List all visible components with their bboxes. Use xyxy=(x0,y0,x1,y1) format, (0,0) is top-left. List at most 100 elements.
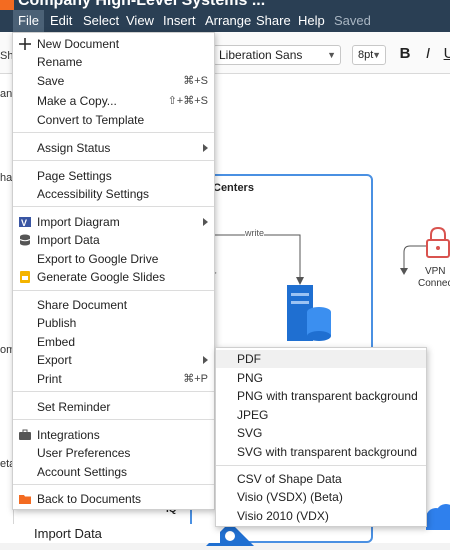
export-jpeg[interactable]: JPEG xyxy=(216,406,426,424)
export-csv[interactable]: CSV of Shape Data xyxy=(216,470,426,488)
submenu-arrow-icon xyxy=(203,356,208,364)
menu-item-import-data[interactable]: Import Data xyxy=(13,231,214,249)
export-png[interactable]: PNG xyxy=(216,369,426,387)
font-size-value: 8pt xyxy=(358,49,374,61)
save-status: Saved xyxy=(334,13,371,28)
menu-item-new-document[interactable]: New Document xyxy=(13,35,214,53)
export-png-transparent[interactable]: PNG with transparent background xyxy=(216,387,426,405)
menu-item-label: PNG xyxy=(237,371,264,385)
menu-item-label: Visio 2010 (VDX) xyxy=(237,509,329,523)
menu-file[interactable]: File xyxy=(13,10,44,32)
menu-item-export-google-drive[interactable]: Export to Google Drive xyxy=(13,250,214,268)
menu-item-label: Visio (VSDX) (Beta) xyxy=(237,490,343,504)
menu-item-share-document[interactable]: Share Document xyxy=(13,296,214,314)
menu-item-back-to-documents[interactable]: Back to Documents xyxy=(13,490,214,508)
menu-item-label: Share Document xyxy=(37,298,128,312)
export-svg-transparent[interactable]: SVG with transparent background xyxy=(216,443,426,461)
vpn-lock-icon[interactable] xyxy=(423,226,450,260)
menu-item-label: PNG with transparent background xyxy=(237,389,418,403)
menu-item-label: Make a Copy... xyxy=(37,94,117,108)
menu-item-export[interactable]: Export xyxy=(13,351,214,369)
menu-share[interactable]: Share xyxy=(251,10,296,32)
left-fragment: an xyxy=(0,88,13,100)
vpn-label-line2: Connec xyxy=(418,278,450,289)
vpn-label-line1: VPN xyxy=(424,266,446,277)
font-size-select[interactable]: 8pt ▼ xyxy=(352,45,386,65)
menu-item-label: Page Settings xyxy=(37,169,112,183)
title-bar: Company High-Level Systems ... xyxy=(0,0,450,10)
container-title: Centers xyxy=(213,182,254,194)
export-submenu: PDF PNG PNG with transparent background … xyxy=(215,347,427,527)
plus-icon xyxy=(19,38,31,50)
menu-divider xyxy=(13,484,214,485)
menu-divider xyxy=(13,206,214,207)
menu-item-label: SVG xyxy=(237,426,263,440)
menu-select[interactable]: Select xyxy=(78,10,124,32)
font-family-select[interactable]: Liberation Sans ▼ xyxy=(213,45,341,65)
menu-item-publish[interactable]: Publish xyxy=(13,314,214,332)
menu-view[interactable]: View xyxy=(121,10,159,32)
menu-divider xyxy=(13,290,214,291)
export-visio-vsdx[interactable]: Visio (VSDX) (Beta) xyxy=(216,488,426,506)
folder-icon xyxy=(19,495,31,504)
menu-item-page-settings[interactable]: Page Settings xyxy=(13,167,214,185)
left-panel-import-data[interactable] xyxy=(0,524,220,543)
font-family-value: Liberation Sans xyxy=(219,48,303,62)
menu-item-label: Publish xyxy=(37,316,77,330)
export-visio-vdx[interactable]: Visio 2010 (VDX) xyxy=(216,507,426,525)
submenu-arrow-icon xyxy=(203,144,208,152)
menu-item-convert-template[interactable]: Convert to Template xyxy=(13,111,214,129)
export-pdf[interactable]: PDF xyxy=(216,350,426,368)
menu-item-save[interactable]: Save ⌘+S xyxy=(13,72,214,90)
database-icon xyxy=(19,234,31,246)
menu-item-import-diagram[interactable]: V Import Diagram xyxy=(13,213,214,231)
menu-edit[interactable]: Edit xyxy=(45,10,77,32)
menu-divider xyxy=(216,465,426,466)
menu-item-make-copy[interactable]: Make a Copy... ⇧+⌘+S xyxy=(13,92,214,110)
menu-insert[interactable]: Insert xyxy=(158,10,201,32)
menu-item-label: Generate Google Slides xyxy=(37,270,166,284)
menu-item-label: Import Data xyxy=(37,233,100,247)
menu-divider xyxy=(13,391,214,392)
bold-button[interactable]: B xyxy=(396,43,414,65)
underline-button[interactable]: U xyxy=(440,43,450,65)
menu-divider xyxy=(13,160,214,161)
menu-item-label: Account Settings xyxy=(37,465,128,479)
menu-item-embed[interactable]: Embed xyxy=(13,333,214,351)
menu-item-generate-google-slides[interactable]: Generate Google Slides xyxy=(13,268,214,286)
google-slides-icon xyxy=(20,271,30,283)
menu-item-accessibility-settings[interactable]: Accessibility Settings xyxy=(13,185,214,203)
italic-button[interactable]: I xyxy=(419,43,437,65)
menu-item-integrations[interactable]: Integrations xyxy=(13,426,214,444)
menu-item-label: Assign Status xyxy=(37,141,111,155)
menu-item-label: Integrations xyxy=(37,428,100,442)
menu-item-account-settings[interactable]: Account Settings xyxy=(13,463,214,481)
database-server-icon[interactable] xyxy=(285,285,333,343)
app-logo[interactable] xyxy=(0,0,14,10)
menu-item-label: Print xyxy=(37,372,62,386)
menu-item-label: Convert to Template xyxy=(37,113,145,127)
menu-item-label: Set Reminder xyxy=(37,400,111,414)
edge-label: write xyxy=(245,228,265,238)
left-panel-import-data-label: Import Data xyxy=(34,526,102,541)
menu-help[interactable]: Help xyxy=(293,10,330,32)
shortcut-label: ⌘+S xyxy=(183,75,208,87)
menu-item-label: Rename xyxy=(37,55,83,69)
chevron-down-icon: ▼ xyxy=(372,50,381,60)
submenu-arrow-icon xyxy=(203,218,208,226)
menu-item-rename[interactable]: Rename xyxy=(13,53,214,71)
write-connector[interactable] xyxy=(215,225,315,285)
menu-item-assign-status[interactable]: Assign Status xyxy=(13,139,214,157)
menu-item-label: CSV of Shape Data xyxy=(237,472,342,486)
menu-item-set-reminder[interactable]: Set Reminder xyxy=(13,398,214,416)
menu-item-label: Export to Google Drive xyxy=(37,252,159,266)
export-svg[interactable]: SVG xyxy=(216,424,426,442)
menu-arrange[interactable]: Arrange xyxy=(200,10,256,32)
vpn-label: VPN Connec xyxy=(418,266,450,290)
menu-item-label: Export xyxy=(37,353,72,367)
menu-item-print[interactable]: Print ⌘+P xyxy=(13,370,214,388)
menu-item-label: Back to Documents xyxy=(37,492,142,506)
document-title[interactable]: Company High-Level Systems ... xyxy=(18,0,265,10)
svg-text:V: V xyxy=(21,218,27,228)
menu-item-user-preferences[interactable]: User Preferences xyxy=(13,444,214,462)
